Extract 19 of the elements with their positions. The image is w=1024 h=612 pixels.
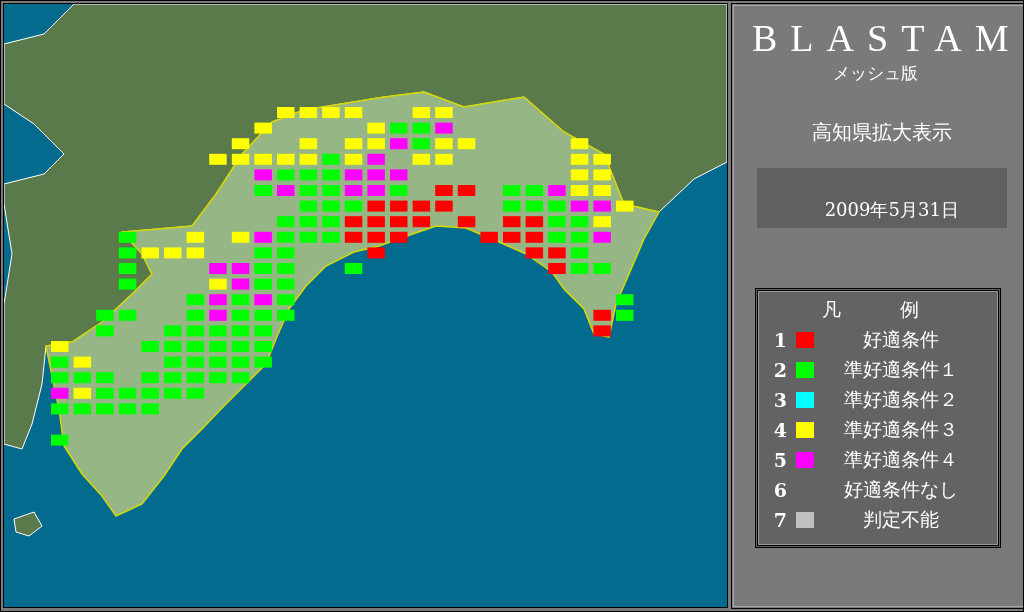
legend-label: 準好適条件１ — [842, 357, 959, 382]
legend-number: 5 — [773, 449, 788, 471]
legend-label: 準好適条件３ — [842, 417, 959, 442]
app-subtitle: メッシュ版 — [833, 62, 919, 85]
date-text: 2009年5月31日 — [823, 198, 959, 222]
legend-label: 好適条件 — [861, 327, 940, 352]
legend-label: 準好適条件４ — [842, 447, 959, 472]
legend-number: 4 — [773, 419, 788, 441]
legend-number: 3 — [773, 389, 788, 411]
legend-label: 好適条件なし — [842, 477, 959, 502]
legend-number: 6 — [773, 479, 788, 501]
legend-title: 凡 例 — [821, 297, 941, 322]
region-label: 高知県拡大表示 — [811, 119, 952, 146]
legend-number: 2 — [773, 359, 788, 381]
app-title: BLASTAM — [751, 16, 1022, 60]
legend-number: 1 — [773, 329, 788, 351]
legend-label: 準好適条件２ — [842, 387, 959, 412]
legend-label: 判定不能 — [861, 507, 940, 532]
legend-number: 7 — [773, 509, 788, 531]
